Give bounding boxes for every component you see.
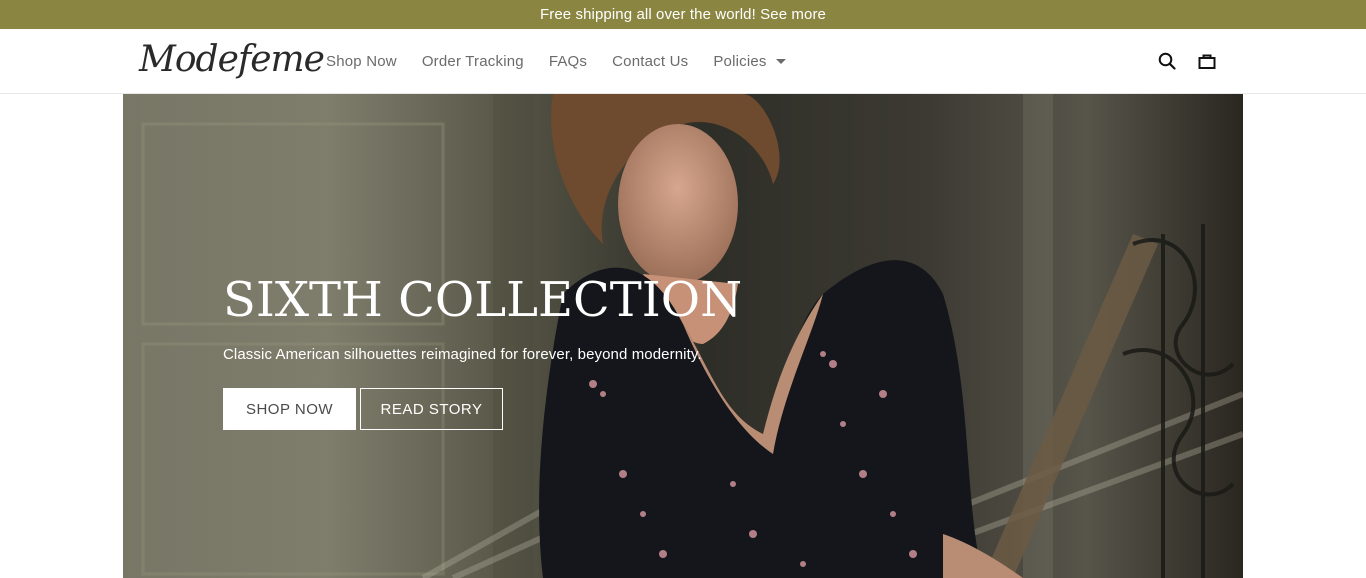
nav-item-faqs[interactable]: FAQs xyxy=(549,53,587,70)
hero-content: SIXTH COLLECTION Classic American silhou… xyxy=(223,272,742,430)
cart-button[interactable] xyxy=(1196,50,1218,72)
shopping-bag-icon xyxy=(1198,54,1216,69)
nav-item-order-tracking[interactable]: Order Tracking xyxy=(422,53,524,70)
shop-now-button[interactable]: SHOP NOW xyxy=(223,388,356,430)
hero-title: SIXTH COLLECTION xyxy=(223,272,743,328)
announcement-bar[interactable]: Free shipping all over the world! See mo… xyxy=(0,0,1366,29)
read-story-button[interactable]: READ STORY xyxy=(360,388,503,430)
logo[interactable]: Modefeme xyxy=(139,35,325,85)
nav-item-shop-now[interactable]: Shop Now xyxy=(326,53,397,70)
main-nav: Shop Now Order Tracking FAQs Contact Us … xyxy=(326,29,811,93)
search-button[interactable] xyxy=(1156,50,1178,72)
chevron-down-icon xyxy=(775,58,786,64)
hero-buttons: SHOP NOW READ STORY xyxy=(223,388,742,430)
site-header: Modefeme Shop Now Order Tracking FAQs Co… xyxy=(0,29,1366,94)
nav-item-contact-us[interactable]: Contact Us xyxy=(612,53,688,70)
nav-item-policies-label: Policies xyxy=(713,52,767,70)
hero-subtitle: Classic American silhouettes reimagined … xyxy=(223,346,702,363)
nav-item-policies[interactable]: Policies xyxy=(713,52,786,70)
hero-banner: SIXTH COLLECTION Classic American silhou… xyxy=(123,94,1243,578)
search-icon xyxy=(1158,52,1176,70)
announcement-text[interactable]: Free shipping all over the world! See mo… xyxy=(540,6,826,23)
